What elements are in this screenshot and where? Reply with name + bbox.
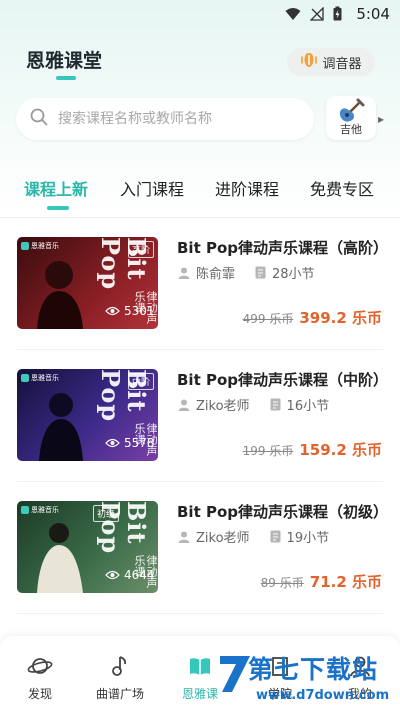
watermark-title: 第七下载站 — [248, 655, 379, 684]
no-signal-icon — [309, 6, 324, 25]
instrument-label: 吉他 — [340, 123, 362, 136]
document-icon — [270, 398, 281, 411]
original-price: 89 乐币 — [260, 576, 304, 590]
watermark-url: www.d7down.com — [256, 688, 390, 703]
instrument-selector[interactable]: 吉他 — [326, 96, 376, 140]
search-icon — [16, 108, 48, 130]
title-underline — [56, 76, 76, 80]
price: 89 乐币 71.2 乐币 — [261, 571, 382, 592]
search-bar[interactable] — [16, 98, 314, 140]
teacher-name: Ziko老师 — [196, 531, 250, 546]
course-card[interactable]: 恩雅音乐 Bit Pop 律动声乐课 中阶 5578 Bit Pop律动声乐课程… — [0, 369, 400, 479]
view-count-value: 5578 — [124, 436, 155, 450]
course-thumbnail[interactable]: 恩雅音乐 Bit Pop 律动声乐课 初级 4644 — [17, 501, 158, 593]
course-meta: Ziko老师 19小节 — [178, 527, 329, 546]
divider — [17, 349, 383, 350]
teacher-name: 陈俞霏 — [196, 267, 236, 282]
user-icon — [178, 531, 190, 543]
course-title[interactable]: Bit Pop律动声乐课程（高阶） — [177, 237, 388, 258]
nav-label: 发现 — [27, 687, 52, 701]
divider — [17, 613, 383, 614]
nav-discover[interactable]: 发现 — [0, 654, 80, 702]
tuner-icon — [300, 52, 318, 72]
view-count: 5578 — [105, 436, 155, 450]
lesson-count: 28小节 — [272, 267, 315, 282]
course-meta: Ziko老师 16小节 — [178, 395, 329, 414]
divider — [17, 481, 383, 482]
teacher: Ziko老师 — [178, 395, 250, 414]
lesson-count: 19小节 — [286, 531, 330, 546]
course-title[interactable]: Bit Pop律动声乐课程（中阶） — [177, 369, 388, 390]
search-input[interactable] — [56, 110, 290, 128]
lesson-count: 16小节 — [286, 399, 330, 414]
current-price: 399.2 乐币 — [299, 309, 382, 327]
nav-score-plaza[interactable]: 曲谱广场 — [80, 654, 160, 702]
document-icon — [270, 530, 281, 543]
price: 199 乐币 159.2 乐币 — [243, 439, 382, 460]
view-count: 5301 — [105, 304, 155, 318]
wifi-icon — [285, 6, 301, 25]
watermark: 第七下载站 www.d7down.com — [218, 644, 400, 712]
divider — [0, 217, 400, 218]
tab-indicator — [47, 206, 69, 210]
book-icon — [190, 658, 210, 675]
price: 499 乐币 399.2 乐币 — [243, 307, 382, 328]
course-thumbnail[interactable]: 恩雅音乐 Bit Pop 律动声乐课 高阶 5301 — [17, 237, 158, 329]
view-count-value: 5301 — [124, 304, 155, 318]
document-icon — [255, 266, 266, 279]
level-badge: 初级 — [93, 505, 120, 522]
current-price: 71.2 乐币 — [309, 573, 382, 591]
singer-figure — [39, 393, 83, 461]
lessons: 28小节 — [255, 263, 315, 282]
course-tabs: 课程上新 入门课程 进阶课程 免费专区 — [0, 176, 400, 206]
course-meta: 陈俞霏 28小节 — [178, 263, 315, 282]
teacher: 陈俞霏 — [178, 263, 235, 282]
eye-icon — [105, 306, 120, 316]
status-time: 5:04 — [356, 5, 390, 23]
view-count-value: 4644 — [124, 568, 155, 582]
level-badge: 高阶 — [127, 241, 154, 258]
level-badge: 中阶 — [127, 373, 154, 390]
tab-beginner-courses[interactable]: 入门课程 — [120, 176, 184, 200]
course-title[interactable]: Bit Pop律动声乐课程（初级） — [177, 501, 388, 522]
lessons: 19小节 — [270, 527, 330, 546]
course-card[interactable]: 恩雅音乐 Bit Pop 律动声乐课 高阶 5301 Bit Pop律动声乐课程… — [0, 237, 400, 347]
user-icon — [178, 399, 190, 411]
tab-advanced-courses[interactable]: 进阶课程 — [215, 176, 279, 200]
chevron-right-icon[interactable]: ▸ — [378, 112, 384, 126]
music-note-icon — [112, 656, 127, 676]
lessons: 16小节 — [270, 395, 330, 414]
battery-icon — [333, 6, 342, 25]
course-thumbnail[interactable]: 恩雅音乐 Bit Pop 律动声乐课 中阶 5578 — [17, 369, 158, 461]
thumb-brand: 恩雅音乐 — [21, 373, 59, 383]
eye-icon — [105, 438, 120, 448]
teacher-name: Ziko老师 — [196, 399, 250, 414]
status-bar: 5:04 — [0, 0, 400, 28]
tuner-button[interactable]: 调音器 — [287, 48, 375, 76]
thumb-brand: 恩雅音乐 — [21, 505, 59, 515]
nav-label: 曲谱广场 — [95, 687, 144, 701]
user-icon — [178, 267, 190, 279]
watermark-logo — [220, 656, 250, 692]
original-price: 199 乐币 — [242, 444, 294, 458]
thumb-brand: 恩雅音乐 — [21, 241, 59, 251]
tuner-label: 调音器 — [322, 56, 362, 72]
planet-icon — [27, 658, 53, 674]
tab-free-zone[interactable]: 免费专区 — [310, 176, 374, 200]
page-title: 恩雅课堂 — [26, 50, 103, 72]
teacher: Ziko老师 — [178, 527, 250, 546]
view-count: 4644 — [105, 568, 155, 582]
current-price: 159.2 乐币 — [299, 441, 382, 459]
singer-figure — [37, 523, 83, 593]
singer-figure — [37, 261, 83, 329]
tab-new-courses[interactable]: 课程上新 — [24, 176, 88, 200]
original-price: 499 乐币 — [242, 312, 294, 326]
course-card[interactable]: 恩雅音乐 Bit Pop 律动声乐课 初级 4644 Bit Pop律动声乐课程… — [0, 501, 400, 611]
eye-icon — [105, 570, 120, 580]
